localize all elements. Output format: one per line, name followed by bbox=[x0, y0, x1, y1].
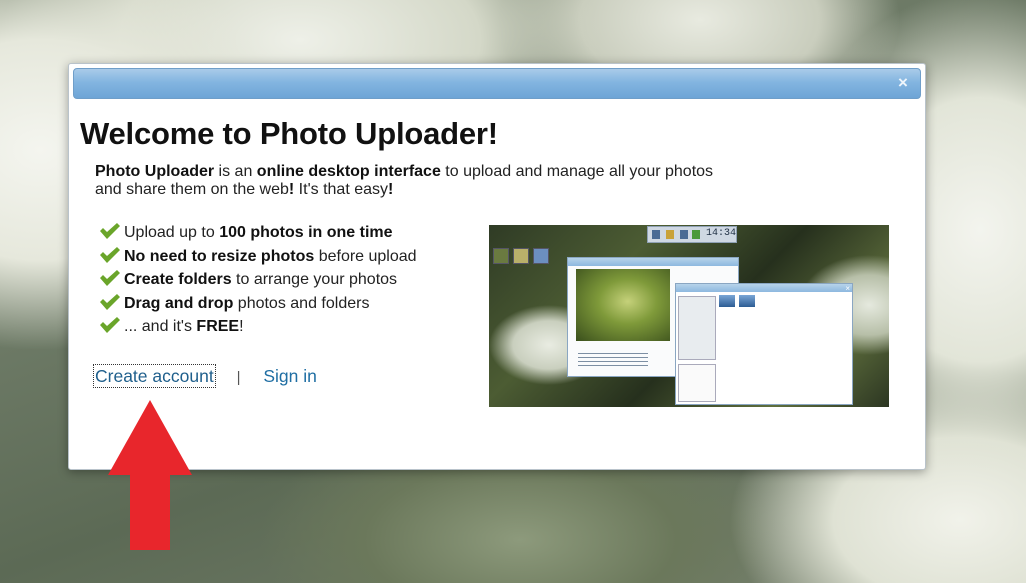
link-separator: | bbox=[236, 369, 241, 386]
red-arrow-icon bbox=[108, 400, 192, 550]
sign-in-link[interactable]: Sign in bbox=[263, 366, 317, 386]
preview-taskbar: 14:34 bbox=[647, 226, 737, 243]
emphasis-text: ! bbox=[388, 181, 394, 198]
close-icon[interactable]: × bbox=[895, 74, 911, 91]
body-text: photos and folders bbox=[233, 294, 370, 312]
checkmark-icon bbox=[100, 246, 120, 263]
checkmark-icon bbox=[100, 270, 120, 287]
preview-clock: 14:34 bbox=[706, 228, 737, 239]
emphasis-text: Photo Uploader bbox=[95, 163, 215, 180]
feature-item: Upload up to 100 photos in one time bbox=[99, 221, 417, 245]
preview-photo bbox=[576, 269, 670, 341]
checkmark-icon bbox=[100, 223, 120, 239]
preview-folder-window: × bbox=[675, 283, 853, 405]
body-text: before upload bbox=[314, 247, 417, 265]
body-text: It's that easy bbox=[294, 181, 388, 198]
welcome-dialog: × Welcome to Photo Uploader! Photo Uploa… bbox=[68, 63, 926, 470]
emphasis-text: Drag and drop bbox=[124, 294, 234, 312]
emphasis-text: 100 photos in one time bbox=[219, 224, 393, 241]
feature-list: Upload up to 100 photos in one time No ne… bbox=[99, 221, 417, 339]
preview-close-icon: × bbox=[845, 284, 850, 293]
create-account-link[interactable]: Create account bbox=[93, 364, 216, 388]
intro-text: Photo Uploader is an online desktop inte… bbox=[95, 163, 735, 199]
emphasis-text: FREE bbox=[196, 318, 240, 336]
emphasis-text: No need to resize photos bbox=[124, 247, 315, 265]
preview-desktop-icon bbox=[493, 248, 509, 264]
checkmark-icon bbox=[100, 317, 120, 334]
auth-actions: Create account | Sign in bbox=[93, 364, 317, 388]
emphasis-text: online desktop interface bbox=[256, 163, 441, 180]
checkmark-icon bbox=[100, 293, 120, 310]
feature-item: Create folders to arrange your photos bbox=[99, 268, 417, 292]
body-text: Upload up to bbox=[124, 224, 220, 241]
body-text: to arrange your photos bbox=[231, 271, 398, 289]
page-title: Welcome to Photo Uploader! bbox=[80, 116, 498, 151]
feature-item: No need to resize photos before upload bbox=[99, 245, 417, 269]
body-text: ... and it's bbox=[124, 318, 197, 336]
preview-desktop-icon bbox=[533, 248, 549, 264]
body-text: ! bbox=[239, 318, 244, 336]
dialog-titlebar[interactable]: × bbox=[73, 68, 921, 99]
feature-item: Drag and drop photos and folders bbox=[99, 292, 417, 316]
emphasis-text: Create folders bbox=[124, 271, 232, 289]
app-preview-image: 14:34 × bbox=[489, 225, 889, 407]
body-text: is an bbox=[214, 163, 257, 180]
preview-desktop-icon bbox=[513, 248, 529, 264]
feature-item: ... and it's FREE! bbox=[99, 315, 417, 339]
